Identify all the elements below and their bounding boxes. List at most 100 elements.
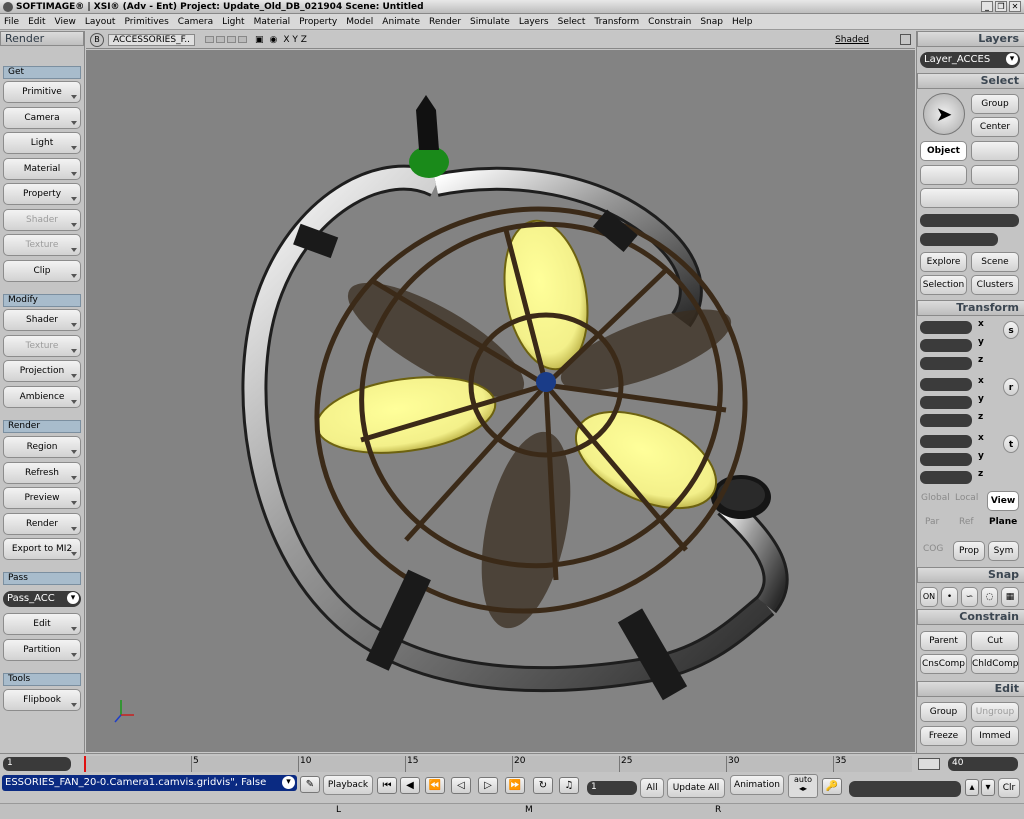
chldcomp-button[interactable]: ChldComp [971,654,1019,674]
parent-button[interactable]: Parent [920,631,967,651]
select-filter-blank-3[interactable] [971,165,1019,185]
clusters-button[interactable]: Clusters [971,275,1019,295]
display-mode[interactable]: Shaded [835,35,869,45]
render-render-button[interactable]: Render [3,512,81,535]
menu-layout[interactable]: Layout [85,17,116,27]
toolbar-title[interactable]: Render [0,31,84,46]
s-transform-button[interactable]: s [1003,321,1019,339]
render-preview-button[interactable]: Preview [3,487,81,509]
t-transform-button[interactable]: t [1003,435,1019,453]
tools-flipbook-button[interactable]: Flipbook [3,689,81,711]
snap-curve-icon[interactable]: ∽ [961,587,978,607]
get-clip-button[interactable]: Clip [3,259,81,282]
freeze-button[interactable]: Freeze [920,726,967,746]
snap-on-button[interactable]: ON [920,587,938,607]
command-history-dropdown[interactable]: ▾ [282,776,295,789]
axes-label[interactable]: X Y Z [283,35,307,45]
get-shader-button[interactable]: Shader [3,208,81,231]
r-transform-button[interactable]: r [1003,378,1019,396]
edit-header[interactable]: Edit [917,681,1024,697]
menu-snap[interactable]: Snap [700,17,723,27]
local-toggle[interactable]: Local [955,493,978,503]
playback-menu-button[interactable]: Playback [323,775,373,795]
memo-slot-2[interactable] [216,36,226,43]
memo-slot-1[interactable] [205,36,215,43]
prop-button[interactable]: Prop [953,541,985,561]
t-y-field[interactable] [920,453,972,466]
menu-animate[interactable]: Animate [382,17,420,27]
layer-dropdown[interactable]: Layer_ACCES [920,52,1020,68]
scene-button[interactable]: Scene [971,252,1019,272]
menu-layers[interactable]: Layers [519,17,549,27]
ref-toggle[interactable]: Ref [959,517,974,527]
scroll-down-icon[interactable]: ▾ [981,779,995,796]
modify-texture-button[interactable]: Texture [3,334,81,357]
t-x-field[interactable] [920,435,972,448]
play-forward-button[interactable]: ▷ [478,777,498,794]
fast-forward-button[interactable]: ⏩ [505,777,525,794]
all-button[interactable]: All [640,778,664,798]
first-frame-button[interactable]: ⏮ [377,777,397,794]
plane-toggle[interactable]: Plane [989,517,1017,527]
select-filter-blank-1[interactable] [971,141,1019,161]
snap-point-icon[interactable]: • [941,587,958,607]
select-arrow-icon[interactable]: ➤ [923,93,965,135]
menu-simulate[interactable]: Simulate [470,17,510,27]
sym-button[interactable]: Sym [988,541,1019,561]
maximize-viewport-icon[interactable] [900,34,911,45]
select-filter-blank-2[interactable] [920,165,967,185]
pass-dropdown[interactable]: Pass_ACC [3,591,81,607]
get-primitive-button[interactable]: Primitive [3,81,81,103]
selection-field-2[interactable] [920,233,998,246]
immed-button[interactable]: Immed [971,726,1019,746]
transform-header[interactable]: Transform [917,300,1024,316]
menu-file[interactable]: File [4,17,19,27]
get-light-button[interactable]: Light [3,132,81,154]
menu-material[interactable]: Material [254,17,291,27]
prev-key-button[interactable]: ◀ [400,777,420,794]
memo-slot-4[interactable] [238,36,248,43]
t-z-field[interactable] [920,471,972,484]
timeline-track[interactable]: 5 10 15 20 25 30 35 [84,756,912,772]
script-editor-icon[interactable]: ✎ [300,776,320,793]
select-center-button[interactable]: Center [971,117,1019,137]
selection-field-1[interactable] [920,214,1019,227]
rewind-button[interactable]: ⏪ [425,777,445,794]
par-toggle[interactable]: Par [925,517,939,527]
snap-surface-icon[interactable]: ◌ [981,587,998,607]
get-camera-button[interactable]: Camera [3,106,81,129]
pass-partition-button[interactable]: Partition [3,638,81,661]
constrain-header[interactable]: Constrain [917,609,1024,625]
audio-button[interactable]: ♫ [559,777,579,794]
get-texture-button[interactable]: Texture [3,234,81,256]
eye-icon[interactable]: ◉ [270,35,278,45]
menu-transform[interactable]: Transform [594,17,639,27]
restore-button[interactable]: ❐ [995,1,1007,12]
select-filter-blank-4[interactable] [920,188,1019,208]
keyframe-field[interactable] [849,781,961,797]
selection-button[interactable]: Selection [920,275,967,295]
minimize-button[interactable]: _ [981,1,993,12]
global-toggle[interactable]: Global [921,493,950,503]
loop-button[interactable]: ↻ [533,777,553,794]
render-export-to-mi2-button[interactable]: Export to MI2 [3,538,81,560]
group-button[interactable]: Group [920,702,967,722]
pass-edit-button[interactable]: Edit [3,613,81,635]
render-region-button[interactable]: Region [3,436,81,458]
timeline-end-field[interactable]: 40 [948,757,1018,771]
memo-slot-3[interactable] [227,36,237,43]
menu-primitives[interactable]: Primitives [124,17,168,27]
s-z-field[interactable] [920,357,972,370]
menu-select[interactable]: Select [558,17,586,27]
snap-grid-icon[interactable]: ▦ [1001,587,1019,607]
modify-shader-button[interactable]: Shader [3,309,81,331]
select-header[interactable]: Select [917,73,1024,89]
explore-button[interactable]: Explore [920,252,967,272]
key-icon[interactable]: 🔑 [822,778,842,795]
ungroup-button[interactable]: Ungroup [971,702,1019,722]
scroll-up-icon[interactable]: ▴ [965,779,979,796]
cut-button[interactable]: Cut [971,631,1019,651]
close-button[interactable]: ✕ [1009,1,1021,12]
snap-header[interactable]: Snap [917,567,1024,583]
animation-menu-button[interactable]: Animation [730,775,784,795]
